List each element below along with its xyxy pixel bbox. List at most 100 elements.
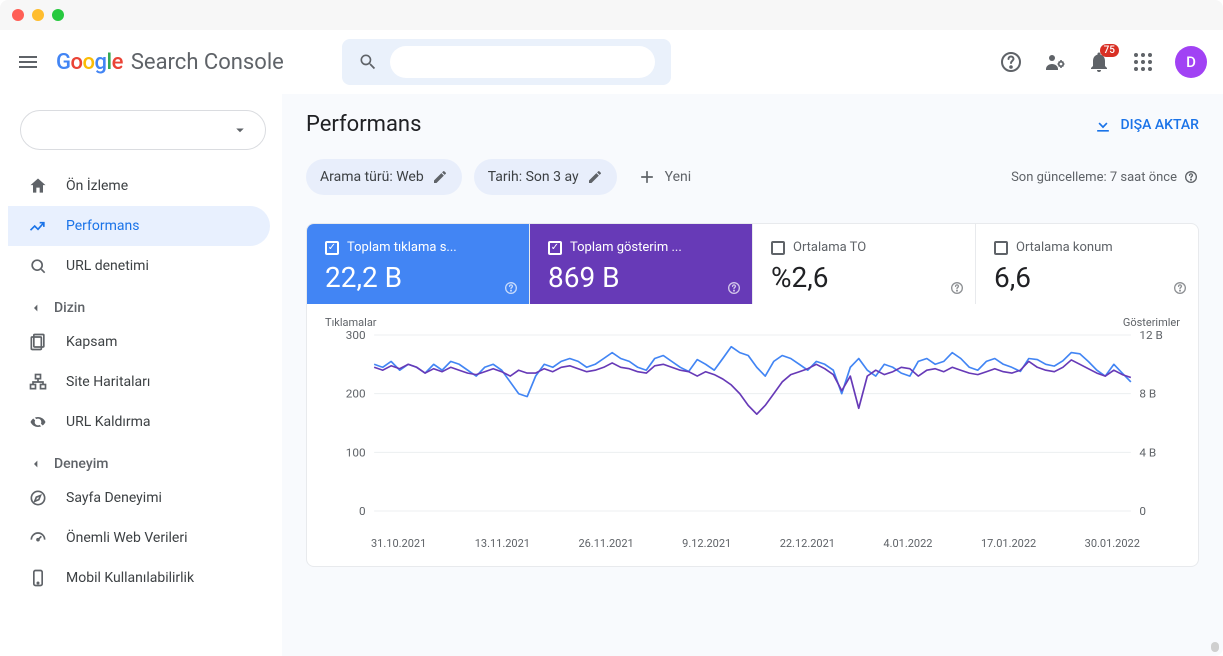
- sidebar-section-label: Deneyim: [54, 456, 108, 472]
- metric-label: Toplam tıklama s...: [347, 240, 457, 255]
- sidebar-section-label: Dizin: [54, 300, 85, 316]
- metric-impressions[interactable]: Toplam gösterim ... 869 B: [530, 224, 753, 304]
- metric-position[interactable]: Ortalama konum 6,6: [976, 224, 1198, 304]
- metric-value: 6,6: [994, 261, 1180, 294]
- sidebar-item-performance[interactable]: Performans: [8, 206, 270, 246]
- search-input[interactable]: [390, 46, 655, 78]
- search-bar[interactable]: [342, 39, 671, 85]
- chevron-down-icon: [28, 456, 44, 472]
- svg-text:12 B: 12 B: [1139, 329, 1162, 342]
- help-icon[interactable]: [726, 280, 742, 296]
- performance-card: Toplam tıklama s... 22,2 B Toplam göster…: [306, 223, 1199, 567]
- metric-label: Toplam gösterim ...: [570, 240, 682, 255]
- sidebar-section-index[interactable]: Dizin: [8, 286, 282, 322]
- checkbox-icon: [548, 241, 562, 255]
- metric-value: 22,2 B: [325, 261, 511, 294]
- sidebar-item-label: URL denetimi: [66, 258, 149, 274]
- sidebar-item-label: Önemli Web Verileri: [66, 530, 187, 546]
- checkbox-icon: [771, 241, 785, 255]
- product-logo[interactable]: Google Search Console: [56, 50, 326, 75]
- sidebar-item-sitemaps[interactable]: Site Haritaları: [8, 362, 270, 402]
- metric-value: 869 B: [548, 261, 734, 294]
- sitemap-icon: [28, 372, 48, 392]
- user-avatar[interactable]: D: [1175, 46, 1207, 78]
- chart-x-axis: 31.10.202113.11.202126.11.20219.12.20212…: [325, 533, 1180, 558]
- notifications-icon[interactable]: 75: [1087, 50, 1111, 74]
- mobile-icon: [28, 568, 48, 588]
- sidebar-item-coverage[interactable]: Kapsam: [8, 322, 270, 362]
- sidebar-item-label: Site Haritaları: [66, 374, 150, 390]
- metric-label: Ortalama konum: [1016, 240, 1113, 255]
- filter-search-type[interactable]: Arama türü: Web: [306, 159, 462, 195]
- metric-value: %2,6: [771, 261, 957, 294]
- help-icon[interactable]: [999, 50, 1023, 74]
- chip-label: Tarih: Son 3 ay: [488, 169, 579, 185]
- settings-people-icon[interactable]: [1043, 50, 1067, 74]
- checkbox-icon: [325, 241, 339, 255]
- sidebar-item-label: URL Kaldırma: [66, 414, 151, 430]
- pages-icon: [28, 332, 48, 352]
- plus-icon: [637, 167, 657, 187]
- product-name: Search Console: [131, 50, 284, 75]
- sidebar-item-label: Ön İzleme: [66, 178, 128, 194]
- chevron-down-icon: [28, 300, 44, 316]
- export-label: DIŞA AKTAR: [1121, 117, 1199, 133]
- edit-icon: [587, 169, 603, 185]
- scrollbar[interactable]: [282, 642, 1223, 656]
- metric-clicks[interactable]: Toplam tıklama s... 22,2 B: [307, 224, 530, 304]
- sidebar-item-core-web-vitals[interactable]: Önemli Web Verileri: [8, 518, 270, 558]
- close-dot[interactable]: [12, 9, 24, 21]
- chart-left-axis-title: Tıklamalar: [325, 316, 377, 329]
- checkbox-icon: [994, 241, 1008, 255]
- sidebar-item-url-inspect[interactable]: URL denetimi: [8, 246, 270, 286]
- search-icon: [28, 256, 48, 276]
- svg-text:300: 300: [346, 329, 366, 342]
- minimize-dot[interactable]: [32, 9, 44, 21]
- sidebar-item-removals[interactable]: URL Kaldırma: [8, 402, 270, 442]
- property-selector[interactable]: [20, 110, 266, 150]
- help-icon[interactable]: [949, 280, 965, 296]
- svg-text:0: 0: [359, 504, 366, 518]
- download-icon: [1093, 115, 1113, 135]
- filter-bar: Arama türü: Web Tarih: Son 3 ay Yeni Son…: [282, 137, 1223, 203]
- notifications-badge: 75: [1100, 44, 1119, 57]
- sidebar-section-experience[interactable]: Deneyim: [8, 442, 282, 478]
- sidebar-item-label: Sayfa Deneyimi: [66, 490, 162, 506]
- sidebar-item-label: Performans: [66, 218, 139, 234]
- sidebar-item-page-experience[interactable]: Sayfa Deneyimi: [8, 478, 270, 518]
- maximize-dot[interactable]: [52, 9, 64, 21]
- app-header: Google Search Console 75: [0, 30, 1223, 94]
- svg-text:100: 100: [346, 446, 366, 460]
- sidebar-item-label: Kapsam: [66, 334, 117, 350]
- window-titlebar: [0, 0, 1223, 30]
- page-title: Performans: [306, 112, 421, 137]
- sidebar-item-mobile-usability[interactable]: Mobil Kullanılabilirlik: [8, 558, 270, 598]
- metric-label: Ortalama TO: [793, 240, 866, 255]
- svg-text:8 B: 8 B: [1139, 387, 1156, 401]
- chip-label: Yeni: [665, 169, 692, 185]
- filter-date[interactable]: Tarih: Son 3 ay: [474, 159, 617, 195]
- menu-icon[interactable]: [16, 50, 40, 74]
- last-update: Son güncelleme: 7 saat önce: [1011, 169, 1199, 185]
- main-content: Performans DIŞA AKTAR Arama türü: Web Ta…: [282, 94, 1223, 656]
- speed-icon: [28, 528, 48, 548]
- home-icon: [28, 176, 48, 196]
- svg-text:0: 0: [1139, 504, 1146, 518]
- performance-chart[interactable]: 0 0 100 4 B 200 8 B 300 12 B: [325, 329, 1180, 529]
- filter-add-new[interactable]: Yeni: [629, 167, 700, 187]
- chevron-down-icon: [231, 121, 249, 139]
- chip-label: Arama türü: Web: [320, 169, 424, 185]
- trend-icon: [28, 216, 48, 236]
- sidebar-item-overview[interactable]: Ön İzleme: [8, 166, 270, 206]
- help-icon[interactable]: [1183, 169, 1199, 185]
- help-icon[interactable]: [1172, 280, 1188, 296]
- help-icon[interactable]: [503, 280, 519, 296]
- svg-text:4 B: 4 B: [1139, 446, 1156, 460]
- svg-text:200: 200: [346, 387, 366, 401]
- metric-ctr[interactable]: Ortalama TO %2,6: [753, 224, 976, 304]
- edit-icon: [432, 169, 448, 185]
- sidebar-item-label: Mobil Kullanılabilirlik: [66, 570, 194, 586]
- export-button[interactable]: DIŞA AKTAR: [1093, 115, 1199, 135]
- visibility-off-icon: [28, 412, 48, 432]
- apps-icon[interactable]: [1131, 50, 1155, 74]
